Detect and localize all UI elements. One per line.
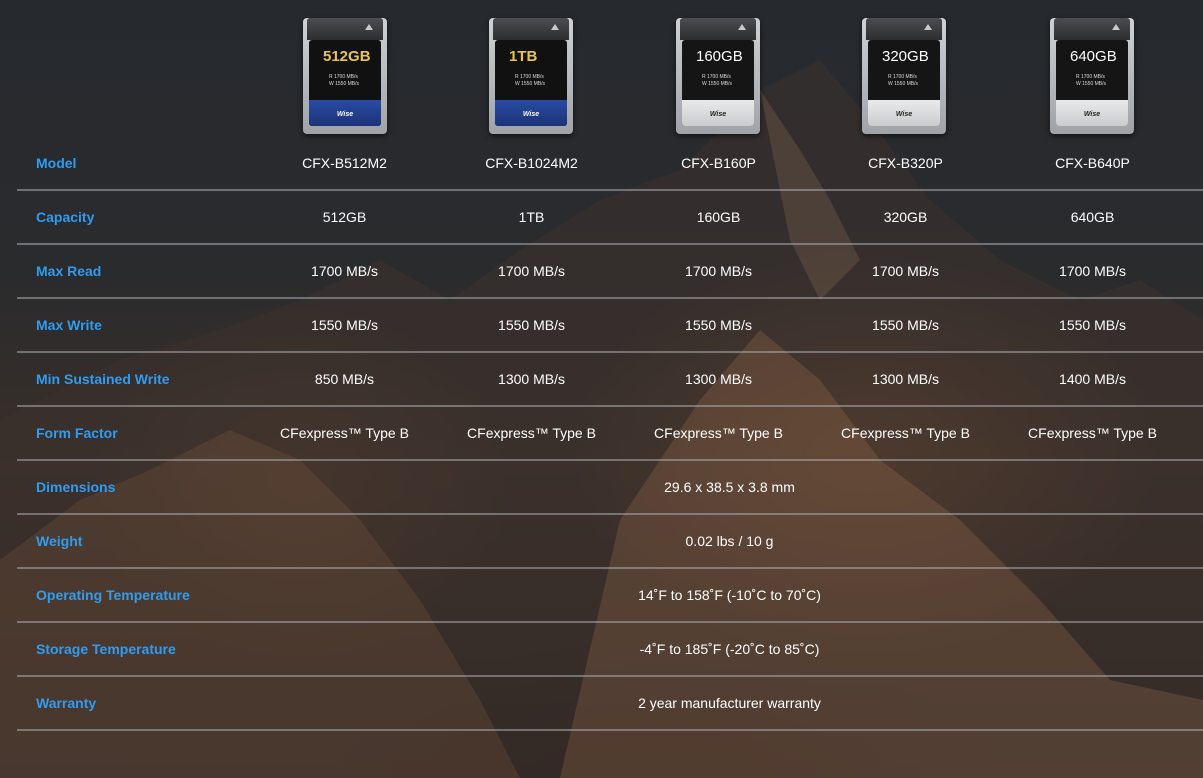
cell-model-1: CFX-B1024M2 [485,155,578,171]
cell-min-sustained-0: 850 MB/s [314,371,375,387]
card-capacity-label: 512GB [323,48,371,65]
cell-warranty: 2 year manufacturer warranty [638,695,821,711]
row-warranty: Warranty 2 year manufacturer warranty [17,677,1203,731]
row-label: Min Sustained Write [36,371,170,387]
brand-logo: Wise [709,111,727,118]
card-image-1: 1TB R 1700 MB/s W 1550 MB/s Wise [489,18,573,134]
row-label: Model [36,155,77,171]
row-operating-temperature: Operating Temperature 14˚F to 158˚F (-10… [17,569,1203,623]
cell-form-factor-2: CFexpress™ Type B [654,425,783,441]
cell-min-sustained-4: 1400 MB/s [1059,371,1126,387]
cell-model-4: CFX-B640P [1055,155,1130,171]
cell-capacity-4: 640GB [1070,209,1115,225]
row-label: Max Write [36,317,102,333]
row-weight: Weight 0.02 lbs / 10 g [17,515,1203,569]
cell-capacity-3: 320GB [883,209,928,225]
cell-max-write-2: 1550 MB/s [685,317,752,333]
cell-form-factor-1: CFexpress™ Type B [467,425,596,441]
cell-capacity-0: 512GB [322,209,367,225]
row-max-write: Max Write 1550 MB/s 1550 MB/s 1550 MB/s … [17,299,1203,353]
cell-weight: 0.02 lbs / 10 g [685,533,774,549]
cell-capacity-1: 1TB [518,209,545,225]
cell-max-write-0: 1550 MB/s [311,317,378,333]
cell-max-read-4: 1700 MB/s [1059,263,1126,279]
cell-min-sustained-1: 1300 MB/s [498,371,565,387]
row-label: Dimensions [36,479,116,495]
cell-max-write-1: 1550 MB/s [498,317,565,333]
row-label: Weight [36,533,83,549]
brand-logo: Wise [895,111,913,118]
brand-logo: Wise [1083,111,1101,118]
cell-capacity-2: 160GB [696,209,741,225]
cell-operating-temperature: 14˚F to 158˚F (-10˚C to 70˚C) [638,587,821,603]
row-model: Model CFX-B512M2 CFX-B1024M2 CFX-B160P C… [17,137,1203,191]
cell-storage-temperature: -4˚F to 185˚F (-20˚C to 85˚C) [639,641,820,657]
brand-logo: Wise [522,111,540,118]
row-min-sustained-write: Min Sustained Write 850 MB/s 1300 MB/s 1… [17,353,1203,407]
cell-max-read-1: 1700 MB/s [498,263,565,279]
card-capacity-label: 160GB [696,48,743,65]
cell-form-factor-4: CFexpress™ Type B [1028,425,1157,441]
row-form-factor: Form Factor CFexpress™ Type B CFexpress™… [17,407,1203,461]
row-max-read: Max Read 1700 MB/s 1700 MB/s 1700 MB/s 1… [17,245,1203,299]
cell-max-write-4: 1550 MB/s [1059,317,1126,333]
cell-model-3: CFX-B320P [868,155,943,171]
cell-model-2: CFX-B160P [681,155,756,171]
card-capacity-label: 320GB [882,48,929,65]
cell-form-factor-0: CFexpress™ Type B [280,425,409,441]
row-label: Capacity [36,209,95,225]
cell-min-sustained-3: 1300 MB/s [872,371,939,387]
brand-logo: Wise [336,111,354,118]
cell-max-read-2: 1700 MB/s [685,263,752,279]
card-image-4: 640GB R 1700 MB/s W 1550 MB/s Wise [1050,18,1134,134]
spec-table: Model CFX-B512M2 CFX-B1024M2 CFX-B160P C… [17,137,1203,731]
row-label: Form Factor [36,425,118,441]
card-image-0: 512GB R 1700 MB/s W 1550 MB/s Wise [303,18,387,134]
row-label: Max Read [36,263,102,279]
product-images: 512GB R 1700 MB/s W 1550 MB/s Wise 1TB R … [0,18,1203,136]
cell-form-factor-3: CFexpress™ Type B [841,425,970,441]
cell-model-0: CFX-B512M2 [302,155,387,171]
card-capacity-label: 640GB [1070,48,1117,65]
row-dimensions: Dimensions 29.6 x 38.5 x 3.8 mm [17,461,1203,515]
row-label: Operating Temperature [36,587,190,603]
card-image-3: 320GB R 1700 MB/s W 1550 MB/s Wise [862,18,946,134]
card-image-2: 160GB R 1700 MB/s W 1550 MB/s Wise [676,18,760,134]
cell-dimensions: 29.6 x 38.5 x 3.8 mm [664,479,795,495]
row-label: Storage Temperature [36,641,176,657]
row-storage-temperature: Storage Temperature -4˚F to 185˚F (-20˚C… [17,623,1203,677]
row-label: Warranty [36,695,97,711]
cell-min-sustained-2: 1300 MB/s [685,371,752,387]
cell-max-read-3: 1700 MB/s [872,263,939,279]
card-capacity-label: 1TB [509,48,538,65]
cell-max-read-0: 1700 MB/s [311,263,378,279]
row-capacity: Capacity 512GB 1TB 160GB 320GB 640GB [17,191,1203,245]
cell-max-write-3: 1550 MB/s [872,317,939,333]
